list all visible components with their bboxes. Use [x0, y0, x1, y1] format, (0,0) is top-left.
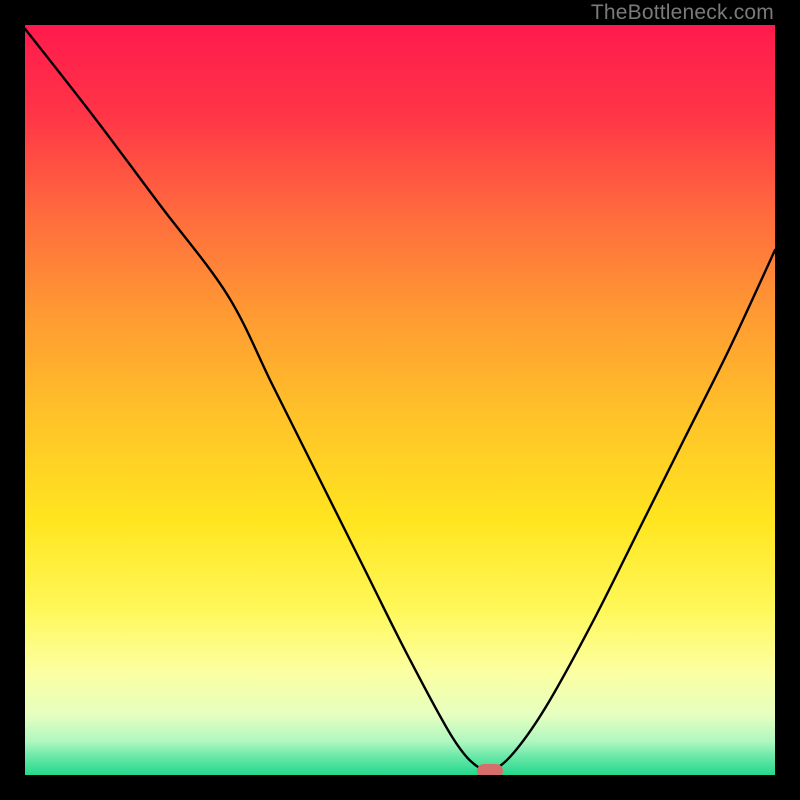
optimum-marker: [477, 764, 503, 775]
plot-area: [25, 25, 775, 775]
chart-frame: TheBottleneck.com: [0, 0, 800, 800]
bottleneck-curve: [25, 25, 775, 775]
watermark-text: TheBottleneck.com: [591, 1, 774, 25]
